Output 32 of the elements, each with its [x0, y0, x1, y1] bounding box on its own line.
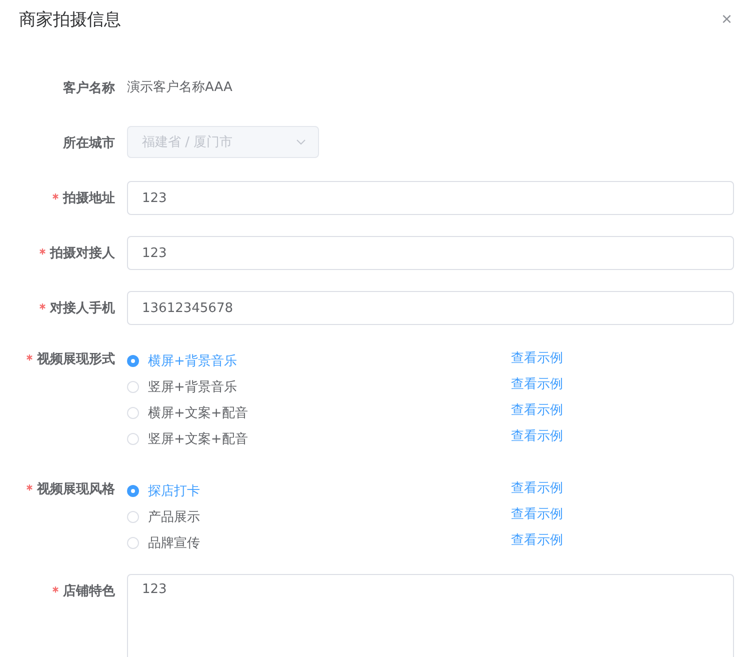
radio-button[interactable] — [127, 484, 139, 496]
radio-label[interactable]: 横屏+背景音乐 — [148, 352, 237, 370]
input-field[interactable]: 13612345678 — [127, 291, 734, 325]
field-label: 视频展现风格 — [37, 481, 115, 498]
field-label: 店铺特色 — [63, 582, 115, 600]
text-area[interactable]: 123 — [127, 574, 734, 657]
radio-label[interactable]: 探店打卡 — [148, 482, 200, 500]
close-button[interactable]: × — [719, 10, 734, 28]
radio-label[interactable]: 竖屏+背景音乐 — [148, 378, 237, 396]
view-example-link[interactable]: 查看示例 — [511, 504, 563, 522]
field-label: 视频展现形式 — [37, 351, 115, 368]
field-label: 拍摄地址 — [63, 190, 115, 207]
view-example-link[interactable]: 查看示例 — [511, 478, 563, 496]
view-example-link[interactable]: 查看示例 — [511, 426, 563, 444]
input-field[interactable]: 123 — [127, 236, 734, 270]
view-example-link[interactable]: 查看示例 — [511, 400, 563, 418]
dialog-title: 商家拍摄信息 — [19, 8, 121, 30]
customer-name-text: 演示客户名称AAA — [127, 79, 232, 97]
field-label: 所在城市 — [63, 134, 115, 152]
view-example-link[interactable]: 查看示例 — [511, 348, 563, 366]
radio-label[interactable]: 横屏+文案+配音 — [148, 404, 248, 422]
view-example-link[interactable]: 查看示例 — [511, 374, 563, 392]
input-field[interactable]: 123 — [127, 181, 734, 215]
view-example-link[interactable]: 查看示例 — [511, 530, 563, 548]
chevron-down-icon — [296, 139, 306, 145]
field-label: 对接人手机 — [50, 300, 115, 317]
radio-label[interactable]: 品牌宣传 — [148, 534, 200, 552]
radio-label[interactable]: 产品展示 — [148, 508, 200, 526]
radio-button[interactable] — [127, 354, 139, 366]
field-label: 拍摄对接人 — [50, 244, 115, 262]
field-label: 客户名称 — [63, 80, 115, 97]
radio-label[interactable]: 竖屏+文案+配音 — [148, 430, 248, 448]
